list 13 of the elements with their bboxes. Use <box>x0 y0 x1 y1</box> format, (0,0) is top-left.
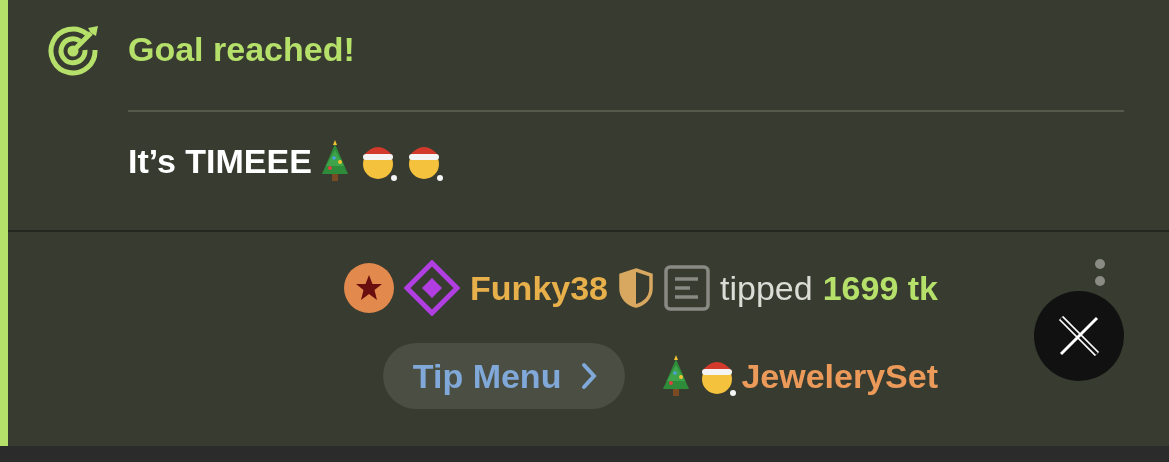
x-icon <box>1057 316 1101 356</box>
tip-amount: 1699 tk <box>822 268 938 308</box>
tip-item: JewelerySet <box>741 356 938 396</box>
diamond-icon <box>404 260 461 316</box>
chevron-right-icon <box>581 362 598 390</box>
goal-message: It’s TIMEEE <box>128 141 312 181</box>
document-icon <box>664 265 711 311</box>
shield-icon <box>618 268 655 308</box>
username[interactable]: Funky38 <box>470 268 609 308</box>
tip-menu-button[interactable]: Tip Menu <box>382 343 626 409</box>
goal-title: Goal reached! <box>128 30 355 69</box>
star-badge-icon <box>344 263 395 313</box>
action-text: tipped <box>720 268 813 308</box>
